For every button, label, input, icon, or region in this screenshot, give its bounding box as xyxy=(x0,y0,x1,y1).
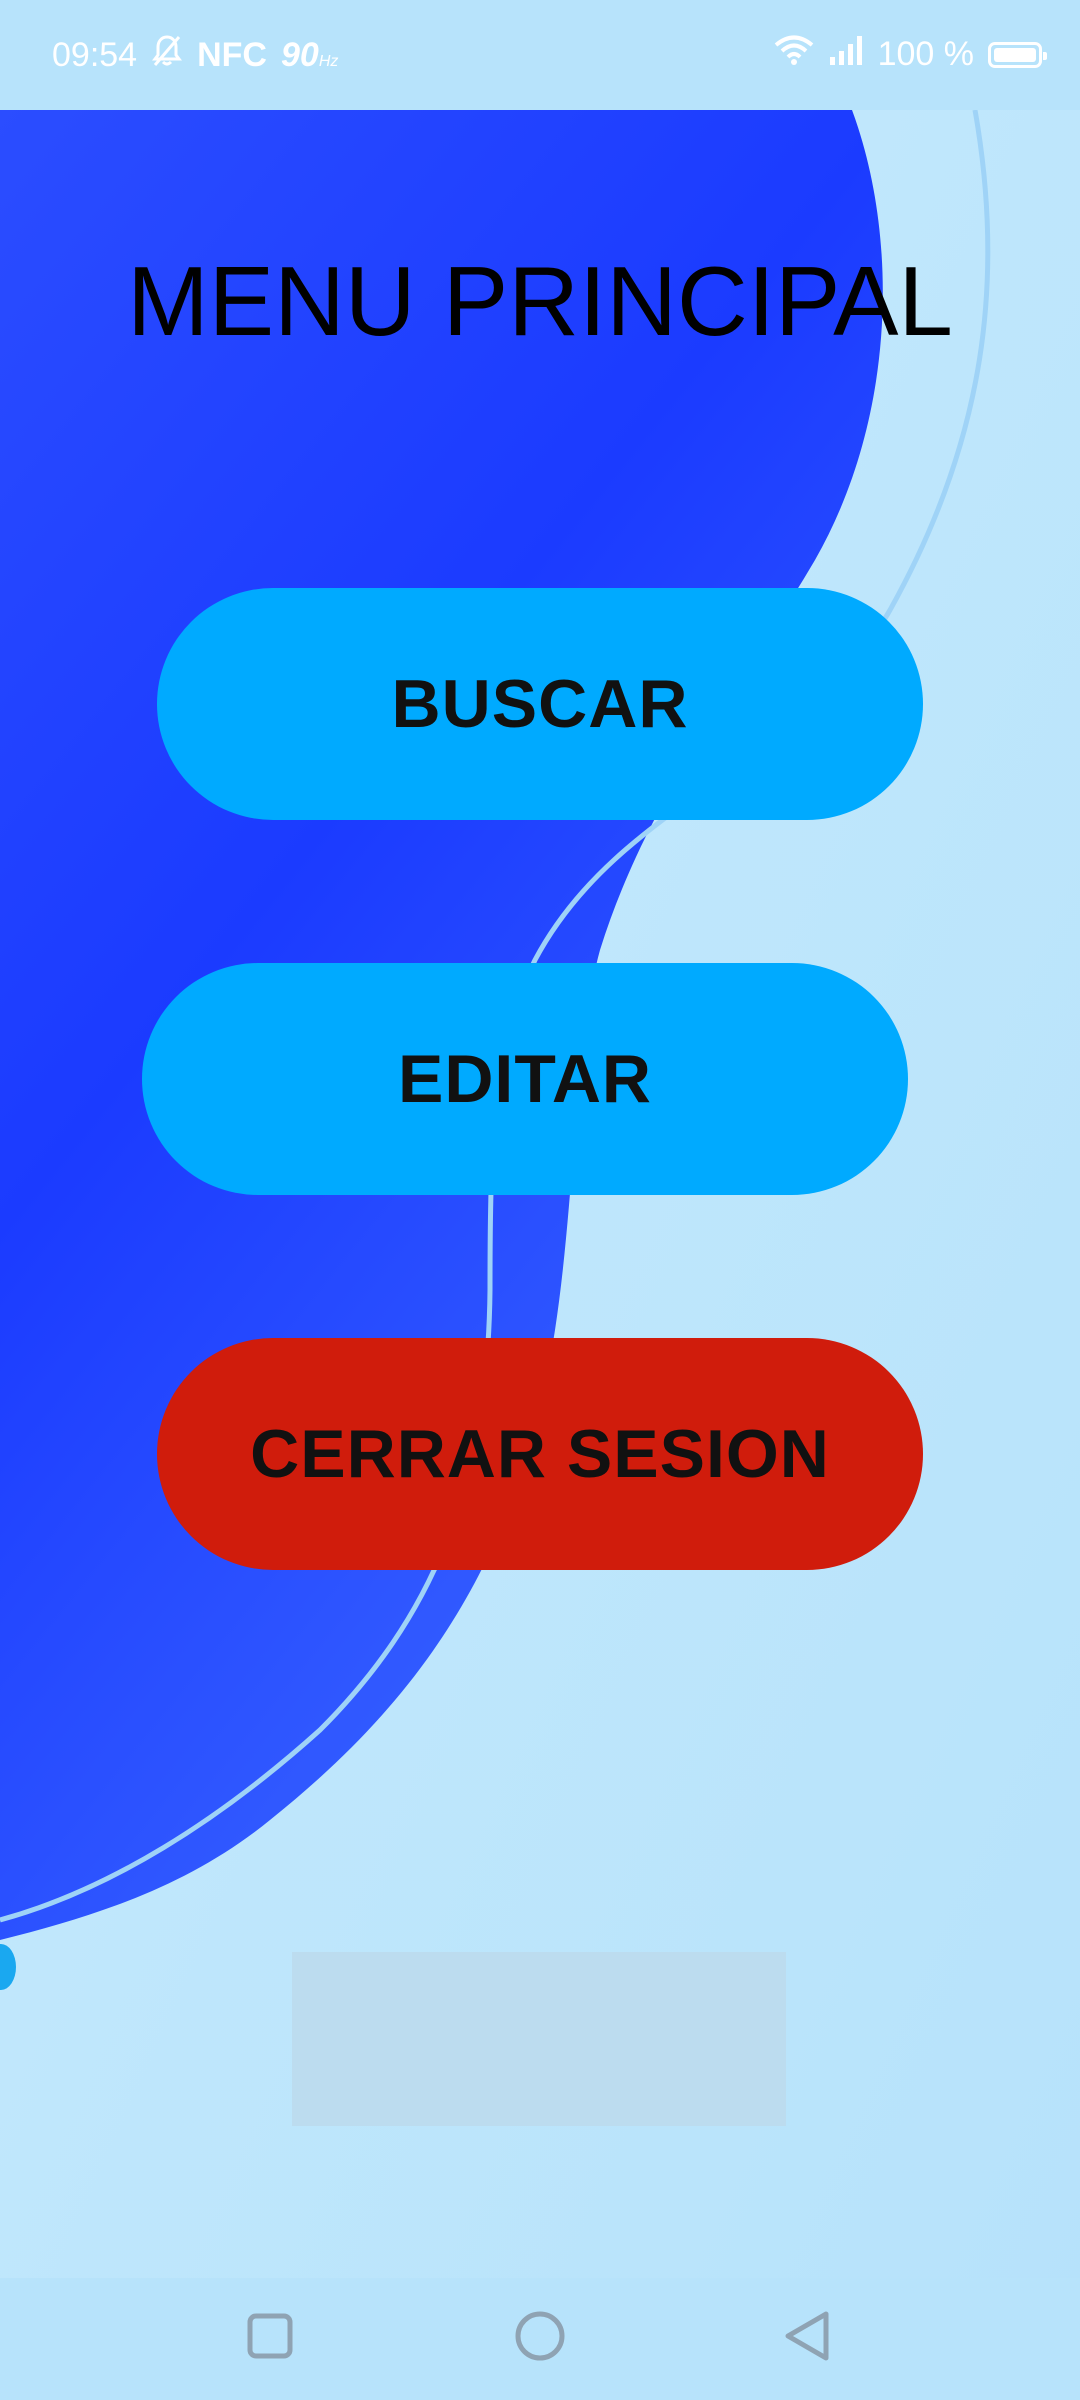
main-menu-screen: 09:54 NFC 90Hz 100 % MENU PRINCIPAL BUSC… xyxy=(0,0,1080,2400)
status-left-group: 09:54 NFC 90Hz xyxy=(52,34,338,77)
logout-button[interactable]: CERRAR SESION xyxy=(157,1338,923,1570)
search-button[interactable]: BUSCAR xyxy=(157,588,923,820)
faded-placeholder-box xyxy=(292,1952,786,2126)
navigation-bar xyxy=(0,2278,1080,2400)
refresh-rate-value: 90 xyxy=(280,36,319,74)
page-title: MENU PRINCIPAL xyxy=(127,246,953,356)
refresh-rate-indicator: 90Hz xyxy=(281,36,338,75)
status-time: 09:54 xyxy=(52,36,138,74)
status-right-group: 100 % xyxy=(774,34,1047,75)
battery-level-fill xyxy=(994,47,1036,62)
refresh-rate-unit: Hz xyxy=(318,53,339,70)
status-bar: 09:54 NFC 90Hz 100 % xyxy=(0,0,1080,110)
battery-text: 100 % xyxy=(877,35,974,73)
signal-icon xyxy=(828,35,864,74)
edit-button[interactable]: EDITAR xyxy=(142,963,908,1195)
back-icon[interactable] xyxy=(778,2306,838,2366)
wifi-icon xyxy=(774,34,814,75)
mute-bell-icon xyxy=(151,34,183,77)
nfc-indicator: NFC xyxy=(197,36,267,74)
recent-apps-icon[interactable] xyxy=(240,2306,300,2366)
home-icon[interactable] xyxy=(510,2306,570,2366)
battery-icon xyxy=(988,41,1047,68)
